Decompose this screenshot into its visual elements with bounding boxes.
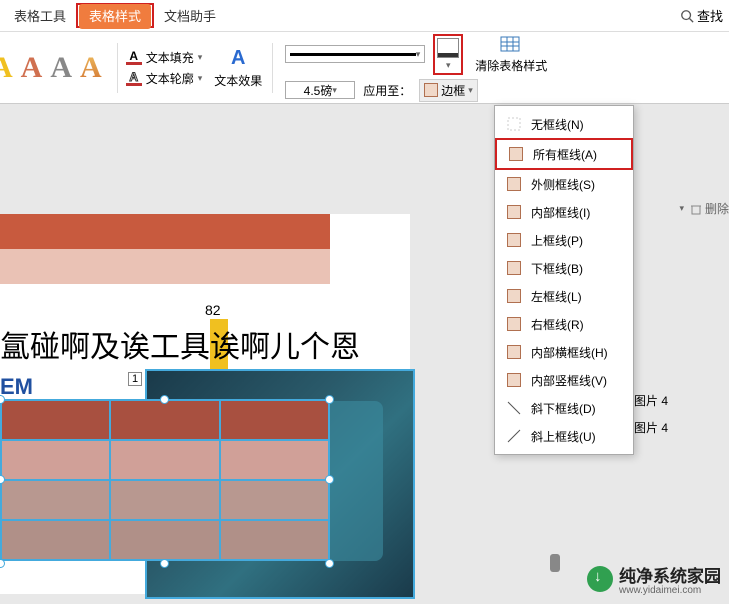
clear-style-label: 清除表格样式 (475, 57, 547, 74)
wordart-style-1[interactable]: A (0, 51, 16, 85)
text-content: 氲碰啊及诶工具诶啊儿个恩 (0, 322, 360, 366)
border-color-button[interactable]: ▾ (433, 34, 463, 75)
watermark-logo-icon (587, 566, 613, 592)
chevron-down-icon: ▾ (446, 60, 451, 71)
selection-handle[interactable] (325, 395, 334, 404)
color-swatch-icon (437, 38, 459, 58)
border-icon (424, 83, 438, 97)
menu-bottom-border[interactable]: 下框线(B) (495, 254, 633, 282)
diag-up-icon (505, 427, 523, 445)
selected-table[interactable] (0, 399, 330, 561)
menu-inside-v-border[interactable]: 内部竖框线(V) (495, 366, 633, 394)
column-label: 82 (205, 302, 221, 318)
search-button[interactable]: 查找 (680, 6, 723, 25)
selection-handle[interactable] (160, 395, 169, 404)
text-effect-button[interactable]: A 文本效果 (210, 47, 266, 89)
selection-panel: ▾ 删除 图片 4 图片 4 (634, 200, 729, 441)
menu-all-border[interactable]: 所有框线(A) (495, 138, 633, 170)
left-border-icon (505, 287, 523, 305)
menu-diag-up[interactable]: 斜上框线(U) (495, 422, 633, 450)
wordart-gallery[interactable]: A A A A (8, 51, 111, 85)
text-outline-label: 文本轮廓 (146, 70, 194, 87)
menu-left-border[interactable]: 左框线(L) (495, 282, 633, 310)
menu-right-border[interactable]: 右框线(R) (495, 310, 633, 338)
search-label: 查找 (697, 6, 723, 25)
right-border-icon (505, 315, 523, 333)
text-outline-button[interactable]: A 文本轮廓 ▾ (126, 70, 203, 87)
top-border-icon (505, 231, 523, 249)
inside-v-icon (505, 371, 523, 389)
text-fill-label: 文本填充 (146, 49, 194, 66)
text-fill-button[interactable]: A 文本填充 ▾ (126, 49, 203, 66)
selection-handle[interactable] (160, 559, 169, 568)
tab-doc-helper[interactable]: 文档助手 (154, 1, 226, 30)
chevron-down-icon: ▾ (468, 85, 473, 96)
slide[interactable]: 82 氲碰啊及诶工具诶啊儿个恩 EM 1 (0, 214, 410, 594)
tab-table-style[interactable]: 表格样式 (79, 4, 151, 29)
inside-h-icon (505, 343, 523, 361)
border-dropdown-button[interactable]: 边框 ▾ (419, 79, 478, 102)
menu-no-border[interactable]: 无框线(N) (495, 110, 633, 138)
em-label: EM (0, 374, 33, 400)
wordart-style-2[interactable]: A (18, 51, 46, 85)
panel-dropdown[interactable]: ▾ (679, 203, 684, 214)
watermark: 纯净系统家园 www.yidaimei.com (587, 562, 721, 596)
menu-outside-border[interactable]: 外侧框线(S) (495, 170, 633, 198)
menu-inside-border[interactable]: 内部框线(I) (495, 198, 633, 226)
trash-icon (690, 203, 702, 215)
chart-bar-1 (0, 214, 330, 249)
slider-thumb[interactable] (550, 554, 560, 572)
line-weight-select[interactable]: 4.5磅▾ (285, 81, 355, 99)
wordart-style-3[interactable]: A (47, 51, 75, 85)
selection-handle[interactable] (325, 475, 334, 484)
clear-style-icon (499, 35, 523, 55)
bottom-border-icon (505, 259, 523, 277)
text-fill-icon: A (126, 49, 142, 65)
chart-bar-2 (0, 249, 330, 284)
chevron-down-icon: ▾ (198, 73, 203, 84)
selection-handle[interactable] (325, 559, 334, 568)
menu-inside-h-border[interactable]: 内部横框线(H) (495, 338, 633, 366)
selection-handle[interactable] (0, 559, 5, 568)
text-outline-icon: A (126, 70, 142, 86)
wordart-style-4[interactable]: A (77, 51, 105, 85)
chevron-down-icon: ▾ (332, 85, 337, 96)
border-context-menu: 无框线(N) 所有框线(A) 外侧框线(S) 内部框线(I) 上框线(P) 下框… (494, 105, 634, 455)
tab-table-tools[interactable]: 表格工具 (4, 1, 76, 30)
line-style-select[interactable]: ▾ (285, 45, 425, 63)
apply-to-label: 应用至： (363, 82, 411, 99)
panel-item-pic4a[interactable]: 图片 4 (634, 387, 729, 414)
chevron-down-icon: ▾ (679, 203, 684, 214)
page-indicator: 1 (128, 372, 142, 386)
all-border-icon (507, 145, 525, 163)
inside-border-icon (505, 203, 523, 221)
outside-border-icon (505, 175, 523, 193)
border-label: 边框 (441, 82, 465, 99)
chevron-down-icon: ▾ (198, 52, 203, 63)
text-effect-label: 文本效果 (214, 72, 262, 89)
panel-item-pic4b[interactable]: 图片 4 (634, 414, 729, 441)
chevron-down-icon: ▾ (416, 49, 421, 60)
diag-down-icon (505, 399, 523, 417)
text-effect-icon: A (231, 47, 245, 70)
clear-table-style-button[interactable]: 清除表格样式 (471, 35, 551, 74)
menu-diag-down[interactable]: 斜下框线(D) (495, 394, 633, 422)
menu-top-border[interactable]: 上框线(P) (495, 226, 633, 254)
no-border-icon (505, 115, 523, 133)
watermark-title: 纯净系统家园 (619, 562, 721, 587)
delete-button[interactable]: 删除 (690, 200, 729, 217)
